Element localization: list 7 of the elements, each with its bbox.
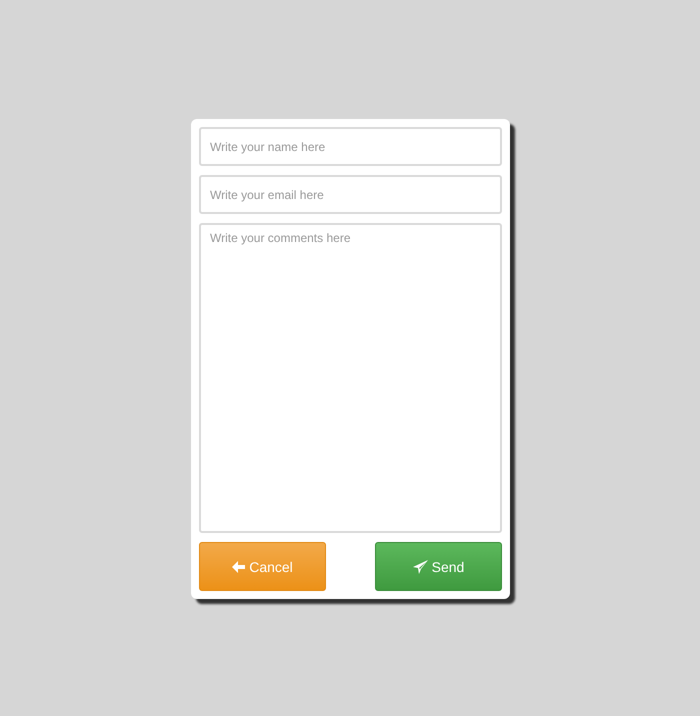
- paper-plane-icon: [412, 560, 428, 574]
- arrow-left-icon: [232, 560, 246, 572]
- text-field[interactable]: Write your name here: [199, 127, 502, 166]
- cancel-button[interactable]: Cancel: [199, 542, 326, 591]
- comments-field[interactable]: Write your comments here: [199, 223, 502, 533]
- send-button[interactable]: Send: [375, 542, 502, 591]
- text-field[interactable]: Write your email here: [199, 175, 502, 214]
